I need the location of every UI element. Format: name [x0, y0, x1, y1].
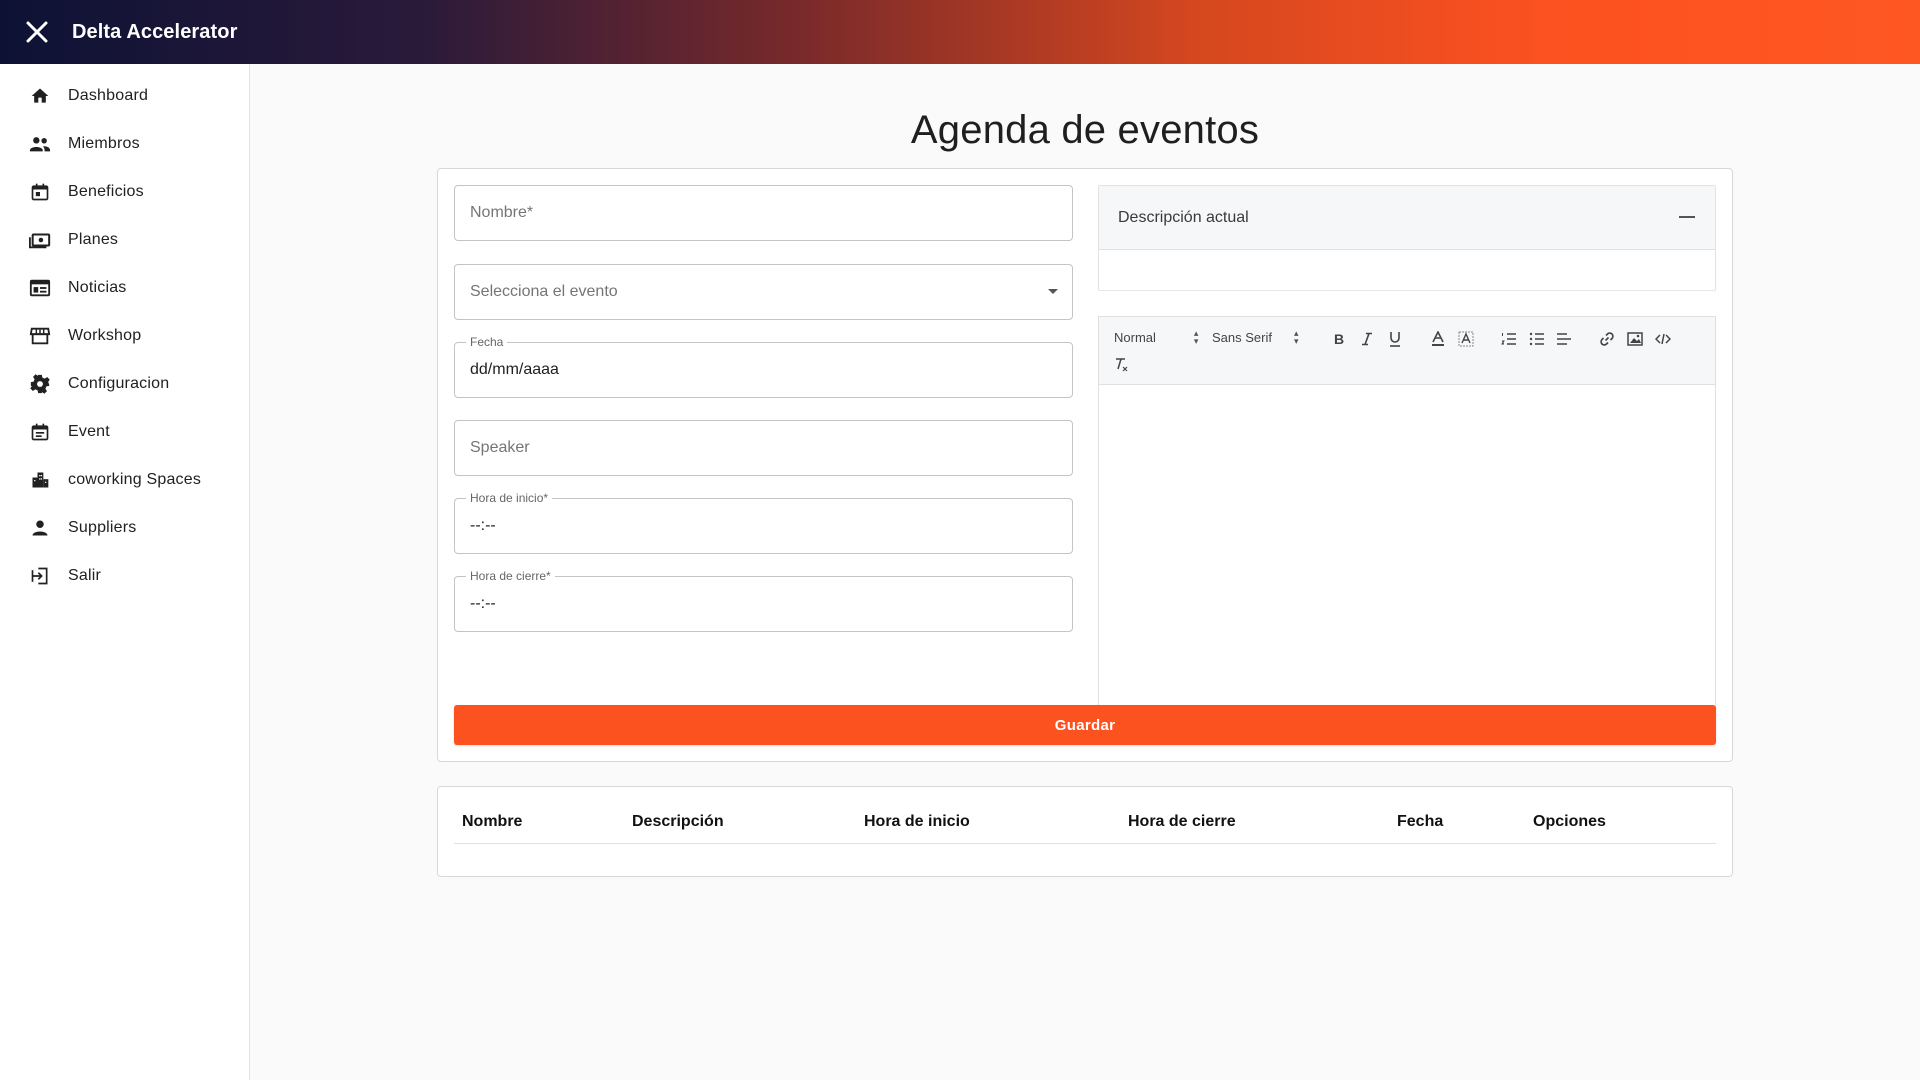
ordered-list-icon[interactable] [1499, 329, 1519, 349]
hora-inicio-field[interactable]: Hora de inicio* --:-- [454, 491, 1073, 554]
svg-text:B: B [1334, 332, 1344, 346]
column-header-hora-cierre[interactable]: Hora de cierre [1128, 813, 1236, 831]
sidebar-item-label: Suppliers [68, 519, 137, 536]
background-color-icon[interactable] [1456, 329, 1476, 349]
header-select-value: Normal [1114, 329, 1156, 345]
description-accordion: Descripción actual [1098, 185, 1716, 291]
description-content [1099, 250, 1715, 291]
image-icon[interactable] [1625, 329, 1645, 349]
clear-format-icon[interactable] [1111, 355, 1131, 375]
hora-inicio-label: Hora de inicio* [466, 491, 553, 505]
header-select[interactable]: Normal ▴ ▾ [1114, 328, 1199, 346]
sidebar-item-configuracion[interactable]: Configuracion [0, 360, 249, 408]
hora-inicio-value: --:-- [470, 517, 496, 534]
column-header-hora-inicio[interactable]: Hora de inicio [864, 813, 970, 831]
sidebar-item-suppliers[interactable]: Suppliers [0, 504, 249, 552]
bold-icon[interactable]: B [1329, 329, 1349, 349]
sidebar-item-coworking-spaces[interactable]: coworking Spaces [0, 456, 249, 504]
calendar-icon [28, 180, 52, 204]
event-form-card: Nombre* Selecciona el evento Fecha dd/mm… [437, 168, 1733, 762]
font-select-value: Sans Serif [1212, 329, 1272, 345]
description-accordion-header[interactable]: Descripción actual [1099, 186, 1715, 250]
close-icon[interactable] [22, 17, 52, 47]
home-icon [28, 84, 52, 108]
save-button[interactable]: Guardar [454, 705, 1716, 745]
column-header-descripcion[interactable]: Descripción [632, 813, 724, 831]
text-color-icon[interactable] [1428, 329, 1448, 349]
person-icon [28, 516, 52, 540]
fecha-label: Fecha [466, 335, 508, 349]
editor-content-area[interactable] [1099, 385, 1715, 710]
sidebar-item-label: Dashboard [68, 87, 149, 104]
sidebar-item-noticias[interactable]: Noticias [0, 264, 249, 312]
sidebar-item-label: Beneficios [68, 183, 144, 200]
hora-cierre-field[interactable]: Hora de cierre* --:-- [454, 569, 1073, 632]
column-header-opciones[interactable]: Opciones [1533, 813, 1606, 831]
evento-select[interactable]: Selecciona el evento [454, 264, 1073, 320]
fecha-value: dd/mm/aaaa [470, 361, 559, 378]
event-note-icon [28, 420, 52, 444]
people-icon [28, 132, 52, 156]
app-title: Delta Accelerator [72, 20, 238, 43]
align-icon[interactable] [1554, 329, 1574, 349]
news-icon [28, 276, 52, 300]
nombre-placeholder: Nombre* [470, 204, 534, 221]
store-icon [28, 324, 52, 348]
speaker-placeholder: Speaker [470, 439, 530, 456]
editor-toolbar: Normal ▴ ▾ Sans Serif ▴ ▾ B [1099, 317, 1715, 385]
updown-icon: ▴ ▾ [1293, 328, 1299, 346]
sidebar-item-label: coworking Spaces [68, 471, 202, 488]
column-header-nombre[interactable]: Nombre [462, 813, 522, 831]
underline-icon[interactable] [1385, 329, 1405, 349]
gear-icon [28, 372, 52, 396]
sidebar-item-label: Miembros [68, 135, 140, 152]
sidebar: Dashboard Miembros Beneficios Planes Not… [0, 64, 250, 1080]
updown-icon: ▴ ▾ [1193, 328, 1199, 346]
font-select[interactable]: Sans Serif ▴ ▾ [1212, 328, 1299, 346]
sidebar-item-label: Event [68, 423, 110, 440]
logout-icon [28, 564, 52, 588]
payments-icon [28, 228, 52, 252]
sidebar-item-beneficios[interactable]: Beneficios [0, 168, 249, 216]
column-header-fecha[interactable]: Fecha [1397, 813, 1443, 831]
app-bar: Delta Accelerator [0, 0, 1920, 64]
italic-icon[interactable] [1357, 329, 1377, 349]
sidebar-item-label: Noticias [68, 279, 127, 296]
hora-cierre-value: --:-- [470, 595, 496, 612]
code-block-icon[interactable] [1653, 329, 1673, 349]
chevron-down-icon [1048, 289, 1058, 294]
hora-cierre-label: Hora de cierre* [466, 569, 555, 583]
events-table: Nombre Descripción Hora de inicio Hora d… [437, 786, 1733, 877]
sidebar-item-label: Configuracion [68, 375, 170, 392]
sidebar-item-dashboard[interactable]: Dashboard [0, 72, 249, 120]
sidebar-item-label: Workshop [68, 327, 142, 344]
sidebar-item-planes[interactable]: Planes [0, 216, 249, 264]
speaker-field[interactable]: Speaker [454, 420, 1073, 476]
sidebar-item-event[interactable]: Event [0, 408, 249, 456]
description-title: Descripción actual [1118, 208, 1249, 226]
sidebar-item-salir[interactable]: Salir [0, 552, 249, 600]
link-icon[interactable] [1597, 329, 1617, 349]
collapse-icon[interactable] [1679, 216, 1695, 218]
page-title: Agenda de eventos [910, 108, 1260, 152]
table-header: Nombre Descripción Hora de inicio Hora d… [454, 787, 1716, 844]
bullet-list-icon[interactable] [1527, 329, 1547, 349]
sidebar-item-label: Salir [68, 567, 102, 584]
fecha-field[interactable]: Fecha dd/mm/aaaa [454, 335, 1073, 398]
building-icon [28, 468, 52, 492]
nombre-field[interactable]: Nombre* [454, 185, 1073, 241]
sidebar-item-miembros[interactable]: Miembros [0, 120, 249, 168]
rich-text-editor: Normal ▴ ▾ Sans Serif ▴ ▾ B [1098, 316, 1716, 711]
evento-placeholder: Selecciona el evento [470, 283, 618, 300]
sidebar-item-workshop[interactable]: Workshop [0, 312, 249, 360]
sidebar-item-label: Planes [68, 231, 119, 248]
